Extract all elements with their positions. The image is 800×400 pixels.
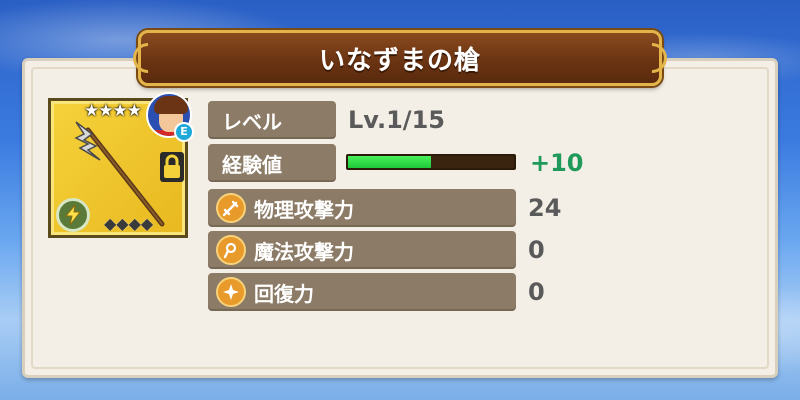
sparkle-icon: [216, 277, 246, 307]
exp-gain: +10: [530, 149, 584, 177]
exp-label: 経験値: [222, 152, 282, 177]
item-title: いなずまの槍: [318, 45, 481, 76]
equip-badge: E: [174, 122, 194, 142]
exp-progress-fill: [348, 156, 431, 168]
stat-row-magic: 魔法攻撃力: [208, 231, 516, 269]
stat-value-heal: 0: [528, 278, 545, 306]
stat-row-physical: 物理攻撃力: [208, 189, 516, 227]
sword-icon: [216, 193, 246, 223]
exp-label-box: 経験値: [208, 144, 336, 182]
magic-icon: [216, 235, 246, 265]
stat-row-heal: 回復力: [208, 273, 516, 311]
stat-value-magic: 0: [528, 236, 545, 264]
upgrade-gems: ◆◆◆◆: [104, 214, 154, 233]
lock-icon[interactable]: [160, 152, 184, 182]
exp-progress-bar: [346, 154, 516, 170]
lightning-icon: [56, 198, 90, 232]
rarity-stars: ★★★★: [84, 101, 142, 121]
stat-label-physical: 物理攻撃力: [254, 197, 354, 222]
title-banner: いなずまの槍: [126, 30, 674, 86]
stat-value-physical: 24: [528, 194, 562, 222]
level-label-box: レベル: [208, 101, 336, 139]
level-value: Lv.1/15: [348, 106, 445, 134]
stat-label-heal: 回復力: [254, 281, 314, 306]
level-label: レベル: [222, 109, 282, 134]
stat-label-magic: 魔法攻撃力: [254, 239, 354, 264]
